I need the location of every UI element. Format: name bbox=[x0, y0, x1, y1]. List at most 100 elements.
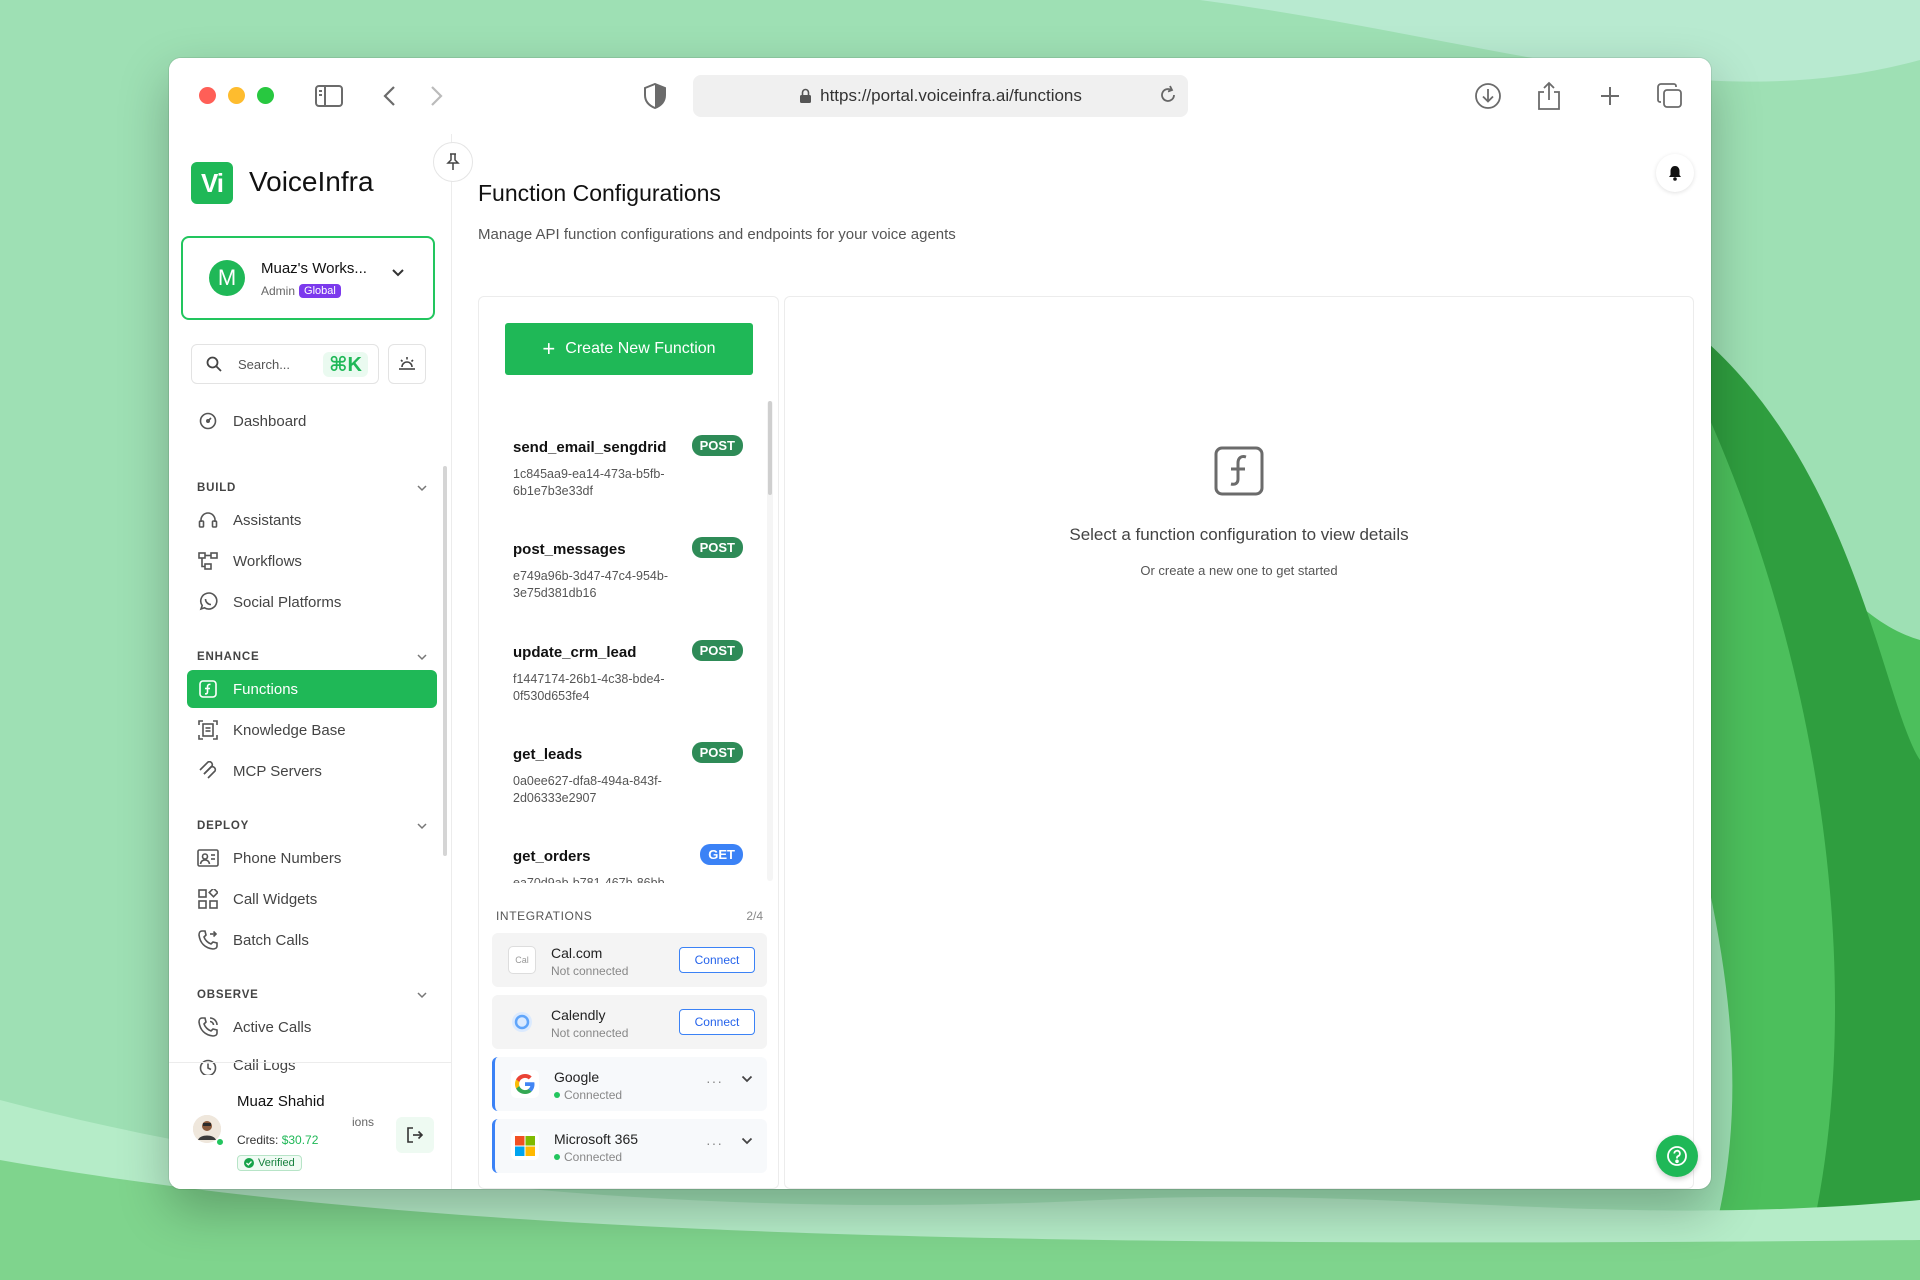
sidebar-item-label: Knowledge Base bbox=[233, 721, 346, 739]
check-circle-icon bbox=[244, 1158, 254, 1168]
reload-icon[interactable] bbox=[1158, 85, 1178, 105]
function-item[interactable]: send_email_sengdrid 1c845aa9-ea14-473a-b… bbox=[513, 435, 743, 500]
sidebar-item-functions[interactable]: Functions bbox=[187, 670, 437, 708]
chevron-down-icon[interactable] bbox=[741, 1075, 753, 1083]
more-options-icon[interactable]: ··· bbox=[706, 1073, 723, 1089]
status-label: Connected bbox=[564, 1150, 623, 1164]
sidebar-item-label: Workflows bbox=[233, 552, 302, 570]
calendly-logo bbox=[508, 1008, 536, 1036]
headset-icon bbox=[197, 509, 219, 531]
google-logo bbox=[511, 1070, 539, 1098]
verified-badge: Verified bbox=[237, 1155, 302, 1171]
section-enhance[interactable]: ENHANCE bbox=[197, 651, 427, 663]
create-button-label: Create New Function bbox=[565, 340, 716, 357]
chevron-down-icon[interactable] bbox=[741, 1137, 753, 1145]
method-badge: GET bbox=[700, 844, 743, 865]
integration-name: Google bbox=[554, 1069, 600, 1085]
browser-toolbar: https://portal.voiceinfra.ai/functions bbox=[169, 58, 1711, 134]
chevron-down-icon bbox=[417, 653, 427, 661]
help-button[interactable] bbox=[1656, 1135, 1698, 1177]
share-icon[interactable] bbox=[1531, 78, 1567, 114]
phone-forward-icon bbox=[197, 929, 219, 951]
workflow-icon bbox=[197, 550, 219, 572]
function-item[interactable]: get_orders ea70d9ab-b781-467b-86bb GET bbox=[513, 844, 743, 883]
theme-toggle-button[interactable] bbox=[388, 344, 426, 384]
sidebar-item-dashboard[interactable]: Dashboard bbox=[187, 402, 437, 440]
function-list-scrollbar[interactable] bbox=[768, 401, 772, 495]
download-icon[interactable] bbox=[1470, 78, 1506, 114]
sidebar-item-label: Active Calls bbox=[233, 1018, 312, 1036]
widgets-icon bbox=[197, 888, 219, 910]
sidebar-item-social-platforms[interactable]: Social Platforms bbox=[187, 583, 437, 621]
new-tab-icon[interactable] bbox=[1592, 78, 1628, 114]
integration-microsoft365[interactable]: Microsoft 365 Connected ··· bbox=[492, 1119, 767, 1173]
sidebar-toggle-icon[interactable] bbox=[311, 78, 347, 114]
integration-google[interactable]: Google Connected ··· bbox=[492, 1057, 767, 1111]
document-scan-icon bbox=[197, 719, 219, 741]
sidebar: Vi VoiceInfra M Muaz's Works... Admin Gl… bbox=[169, 134, 452, 1189]
sun-icon bbox=[398, 356, 416, 372]
sidebar-scrollbar[interactable] bbox=[443, 466, 447, 856]
section-label: OBSERVE bbox=[197, 989, 259, 1001]
sidebar-item-assistants[interactable]: Assistants bbox=[187, 501, 437, 539]
sidebar-item-label: Social Platforms bbox=[233, 593, 342, 611]
role-label: Admin bbox=[261, 284, 296, 298]
address-bar[interactable]: https://portal.voiceinfra.ai/functions bbox=[693, 75, 1188, 117]
shield-icon[interactable] bbox=[637, 78, 673, 114]
sidebar-item-label: Assistants bbox=[233, 511, 302, 529]
integration-calcom[interactable]: Cal Cal.com Not connected Connect bbox=[492, 933, 767, 987]
empty-state-title: Select a function configuration to view … bbox=[1069, 525, 1409, 544]
integrations-header: INTEGRATIONS 2/4 bbox=[496, 909, 763, 923]
section-label: ENHANCE bbox=[197, 651, 260, 663]
connect-button[interactable]: Connect bbox=[679, 1009, 755, 1035]
status-label: Connected bbox=[564, 1088, 623, 1102]
sidebar-item-phone-numbers[interactable]: Phone Numbers bbox=[187, 839, 437, 877]
brand-logo: Vi bbox=[191, 162, 233, 204]
integration-calendly[interactable]: Calendly Not connected Connect bbox=[492, 995, 767, 1049]
create-new-function-button[interactable]: + Create New Function bbox=[505, 323, 753, 375]
function-id: f1447174-26b1-4c38-bde4-0f530d653fe4 bbox=[513, 672, 665, 703]
notifications-button[interactable] bbox=[1656, 154, 1694, 192]
chevron-down-icon bbox=[417, 822, 427, 830]
workspace-switcher[interactable]: M Muaz's Works... Admin Global bbox=[181, 236, 435, 320]
method-badge: POST bbox=[691, 435, 743, 456]
close-window-button[interactable] bbox=[199, 87, 216, 104]
integration-status: Connected bbox=[554, 1150, 622, 1164]
logout-icon bbox=[406, 1126, 424, 1144]
sidebar-item-label: Call Widgets bbox=[233, 890, 318, 908]
tab-overview-icon[interactable] bbox=[1652, 78, 1688, 114]
more-options-icon[interactable]: ··· bbox=[706, 1135, 723, 1151]
function-icon bbox=[197, 678, 219, 700]
function-id: ea70d9ab-b781-467b-86bb bbox=[513, 876, 665, 883]
function-item[interactable]: update_crm_lead f1447174-26b1-4c38-bde4-… bbox=[513, 640, 743, 705]
sidebar-item-workflows[interactable]: Workflows bbox=[187, 542, 437, 580]
back-arrow-icon[interactable] bbox=[371, 78, 407, 114]
user-profile: Muaz Shahid ions Credits: $30.72 Verifie… bbox=[169, 1062, 452, 1189]
section-observe[interactable]: OBSERVE bbox=[197, 989, 427, 1001]
function-item[interactable]: post_messages e749a96b-3d47-47c4-954b-3e… bbox=[513, 537, 743, 602]
sidebar-item-batch-calls[interactable]: Batch Calls bbox=[187, 921, 437, 959]
function-id: 1c845aa9-ea14-473a-b5fb-6b1e7b3e33df bbox=[513, 467, 665, 498]
sidebar-item-knowledge-base[interactable]: Knowledge Base bbox=[187, 711, 437, 749]
function-icon bbox=[1213, 445, 1265, 497]
function-item[interactable]: get_leads 0a0ee627-dfa8-494a-843f-2d0633… bbox=[513, 742, 743, 807]
sidebar-item-label: MCP Servers bbox=[233, 762, 322, 780]
logout-button[interactable] bbox=[396, 1117, 434, 1153]
online-status-dot bbox=[216, 1138, 224, 1146]
whatsapp-icon bbox=[197, 591, 219, 613]
forward-arrow-icon[interactable] bbox=[419, 78, 455, 114]
connect-button[interactable]: Connect bbox=[679, 947, 755, 973]
section-build[interactable]: BUILD bbox=[197, 482, 427, 494]
sidebar-item-mcp-servers[interactable]: MCP Servers bbox=[187, 752, 437, 790]
sidebar-item-active-calls[interactable]: Active Calls bbox=[187, 1008, 437, 1046]
method-badge: POST bbox=[691, 640, 743, 661]
sidebar-item-call-widgets[interactable]: Call Widgets bbox=[187, 880, 437, 918]
search-icon bbox=[206, 356, 222, 372]
search-input[interactable]: Search... ⌘K bbox=[191, 344, 379, 384]
pin-sidebar-button[interactable] bbox=[433, 142, 473, 182]
chevron-down-icon bbox=[391, 268, 405, 278]
minimize-window-button[interactable] bbox=[228, 87, 245, 104]
section-deploy[interactable]: DEPLOY bbox=[197, 820, 427, 832]
maximize-window-button[interactable] bbox=[257, 87, 274, 104]
page-title: Function Configurations bbox=[478, 180, 721, 206]
